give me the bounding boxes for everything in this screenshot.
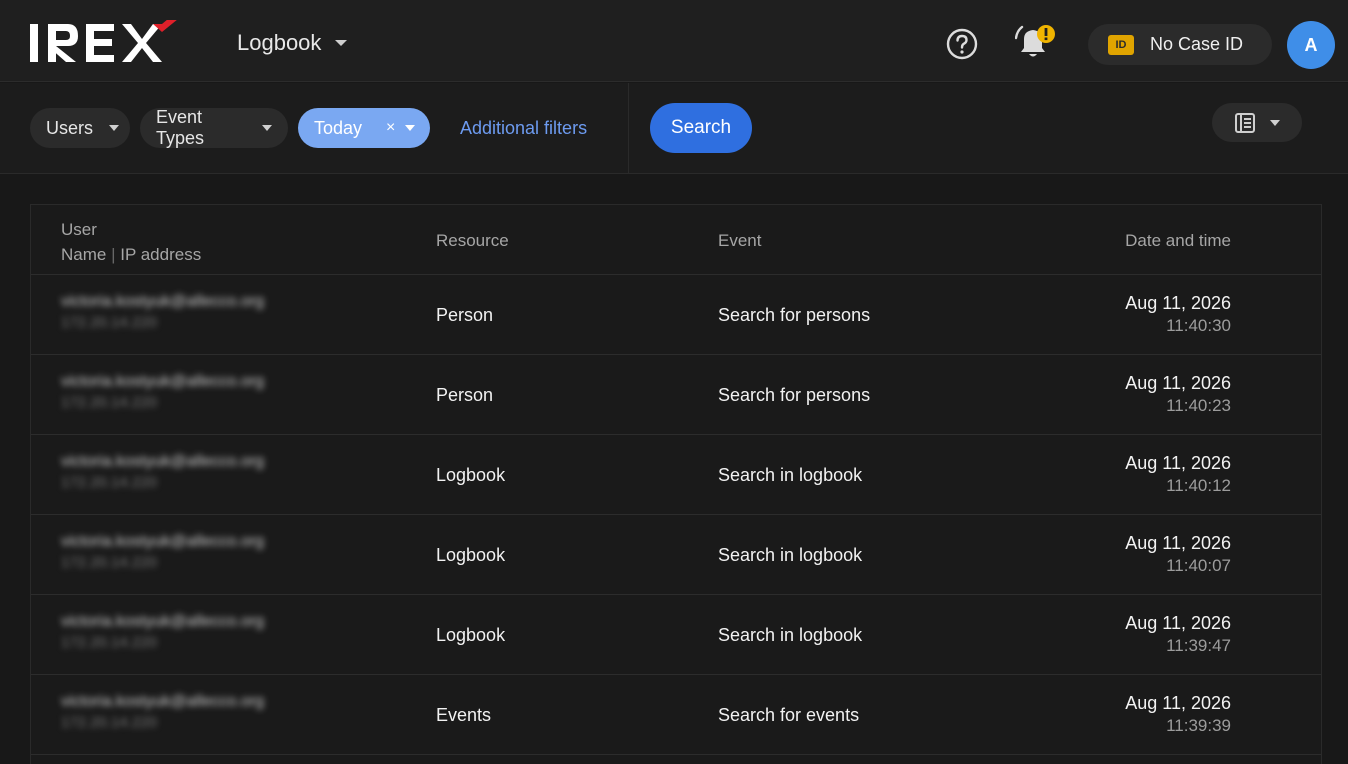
filter-bar: Users Event Types Today × Additional fil… xyxy=(0,83,1348,174)
event-cell: Search for events xyxy=(718,705,860,725)
user-ip: 172.20.14.220 xyxy=(61,634,157,651)
separator: | xyxy=(111,245,116,264)
top-bar: Logbook ID No Case ID A xyxy=(0,0,1348,82)
event-cell: Search for persons xyxy=(718,385,871,405)
event-time: 11:40:12 xyxy=(1166,476,1231,495)
datetime-cell: Aug 11, 2026 11:39:47 xyxy=(1125,613,1231,656)
user-email: victoria.kostyuk@allecco.org xyxy=(61,533,264,550)
app-selector[interactable]: Logbook xyxy=(237,30,348,56)
view-mode-selector[interactable] xyxy=(1212,103,1302,142)
users-filter-label: Users xyxy=(46,117,94,138)
user-email: victoria.kostyuk@allecco.org xyxy=(61,613,264,630)
user-cell: victoria.kostyuk@allecco.org 172.20.14.2… xyxy=(61,613,264,651)
case-id-selector[interactable]: ID No Case ID xyxy=(1088,24,1272,65)
column-header-date[interactable]: Date and time xyxy=(1125,231,1231,251)
user-cell: victoria.kostyuk@allecco.org 172.20.14.2… xyxy=(61,373,264,411)
irex-logo[interactable] xyxy=(28,20,180,66)
user-cell: victoria.kostyuk@allecco.org 172.20.14.2… xyxy=(61,693,264,731)
table-row[interactable]: victoria.kostyuk@allecco.org 172.20.14.2… xyxy=(31,675,1321,755)
event-date: Aug 11, 2026 xyxy=(1125,293,1231,313)
datetime-cell: Aug 11, 2026 11:39:39 xyxy=(1125,693,1231,736)
date-filter-label: Today xyxy=(314,117,363,138)
user-ip: 172.20.14.220 xyxy=(61,394,157,411)
user-email: victoria.kostyuk@allecco.org xyxy=(61,373,264,390)
user-ip: 172.20.14.220 xyxy=(61,314,157,331)
app-name: Logbook xyxy=(237,30,322,55)
event-cell: Search for persons xyxy=(718,305,871,325)
notification-bell-icon[interactable] xyxy=(1015,22,1057,62)
datetime-cell: Aug 11, 2026 11:40:23 xyxy=(1125,373,1231,416)
event-types-filter-label: Event Types xyxy=(156,107,205,148)
avatar[interactable]: A xyxy=(1287,21,1335,69)
user-ip: 172.20.14.220 xyxy=(61,714,157,731)
resource-cell: Logbook xyxy=(436,545,506,565)
id-card-icon: ID xyxy=(1108,34,1134,55)
user-email: victoria.kostyuk@allecco.org xyxy=(61,293,264,310)
list-view-icon xyxy=(1235,112,1255,133)
event-time: 11:39:47 xyxy=(1166,636,1231,655)
resource-cell: Logbook xyxy=(436,625,506,645)
table-row[interactable]: victoria.kostyuk@allecco.org 172.20.14.2… xyxy=(31,515,1321,595)
users-filter[interactable]: Users xyxy=(30,108,130,148)
event-cell: Search in logbook xyxy=(718,625,863,645)
table-row[interactable]: victoria.kostyuk@allecco.org 172.20.14.2… xyxy=(31,435,1321,515)
chevron-down-icon xyxy=(1270,119,1280,126)
user-cell: victoria.kostyuk@allecco.org 172.20.14.2… xyxy=(61,533,264,571)
event-time: 11:40:07 xyxy=(1166,556,1231,575)
event-date: Aug 11, 2026 xyxy=(1125,533,1231,553)
datetime-cell: Aug 11, 2026 11:40:07 xyxy=(1125,533,1231,576)
resource-cell: Logbook xyxy=(436,465,506,485)
clear-date-icon[interactable]: × xyxy=(386,119,395,137)
event-date: Aug 11, 2026 xyxy=(1125,613,1231,633)
additional-filters-link[interactable]: Additional filters xyxy=(460,118,587,139)
help-icon[interactable] xyxy=(945,27,979,61)
user-email: victoria.kostyuk@allecco.org xyxy=(61,453,264,470)
chevron-down-icon xyxy=(405,125,416,131)
case-id-label: No Case ID xyxy=(1150,34,1244,54)
user-cell: victoria.kostyuk@allecco.org 172.20.14.2… xyxy=(61,453,264,491)
event-date: Aug 11, 2026 xyxy=(1125,693,1231,713)
divider xyxy=(628,83,629,174)
event-cell: Search in logbook xyxy=(718,465,863,485)
chevron-down-icon xyxy=(109,125,120,131)
event-cell: Search in logbook xyxy=(718,545,863,565)
chevron-down-icon xyxy=(335,40,348,46)
user-ip: 172.20.14.220 xyxy=(61,554,157,571)
resource-cell: Person xyxy=(436,305,494,325)
logbook-table: User Name | IP address Resource Event Da… xyxy=(30,204,1322,764)
table-row[interactable]: victoria.kostyuk@allecco.org 172.20.14.2… xyxy=(31,355,1321,435)
user-email: victoria.kostyuk@allecco.org xyxy=(61,693,264,710)
user-ip: 172.20.14.220 xyxy=(61,474,157,491)
event-time: 11:40:23 xyxy=(1166,396,1231,415)
column-header-event[interactable]: Event xyxy=(718,231,761,251)
table-header: User Name | IP address Resource Event Da… xyxy=(31,205,1321,275)
column-header-name: Name xyxy=(61,245,107,264)
search-button[interactable]: Search xyxy=(650,103,752,153)
column-header-user[interactable]: User Name | IP address xyxy=(61,217,201,267)
datetime-cell: Aug 11, 2026 11:40:30 xyxy=(1125,293,1231,336)
event-types-filter[interactable]: Event Types xyxy=(140,107,288,148)
column-header-user-sub: Name | IP address xyxy=(61,242,201,267)
column-header-ip: IP address xyxy=(120,245,202,264)
date-filter[interactable]: Today × xyxy=(298,108,430,148)
resource-cell: Person xyxy=(436,385,494,405)
resource-cell: Events xyxy=(436,705,492,725)
table-row[interactable]: victoria.kostyuk@allecco.org 172.20.14.2… xyxy=(31,275,1321,355)
event-time: 11:39:39 xyxy=(1166,716,1231,735)
column-header-user-label: User xyxy=(61,220,97,239)
chevron-down-icon xyxy=(262,125,272,131)
event-date: Aug 11, 2026 xyxy=(1125,373,1231,393)
column-header-resource[interactable]: Resource xyxy=(436,231,509,251)
event-date: Aug 11, 2026 xyxy=(1125,453,1231,473)
event-time: 11:40:30 xyxy=(1166,316,1231,335)
table-row[interactable]: victoria.kostyuk@allecco.org 172.20.14.2… xyxy=(31,595,1321,675)
datetime-cell: Aug 11, 2026 11:40:12 xyxy=(1125,453,1231,496)
user-cell: victoria.kostyuk@allecco.org 172.20.14.2… xyxy=(61,293,264,331)
